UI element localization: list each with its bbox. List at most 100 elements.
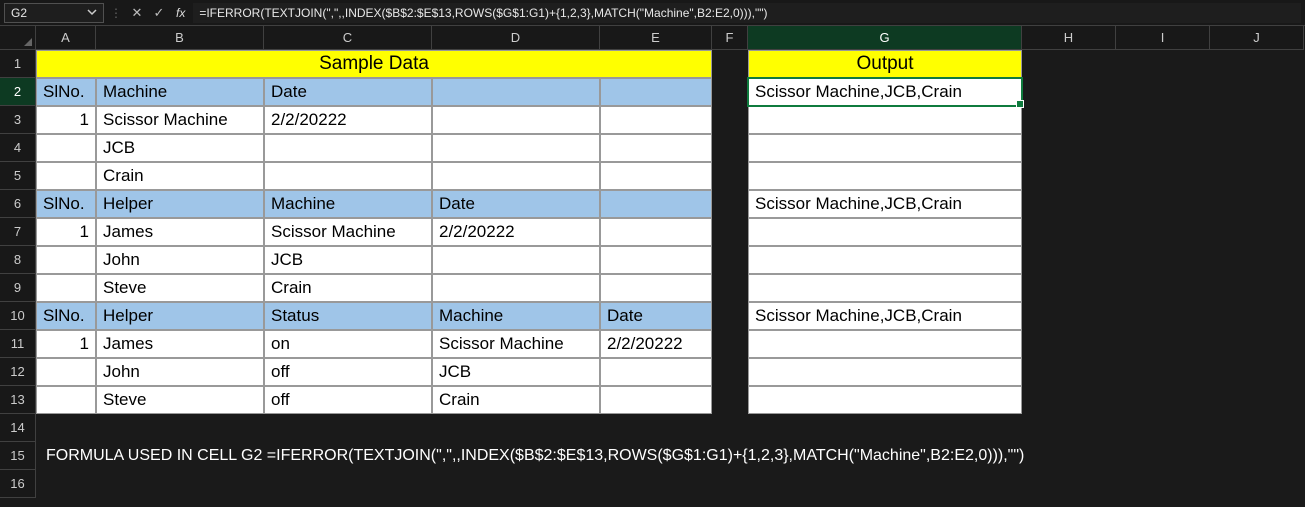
cell-B13[interactable]: Steve [96,386,264,414]
row-header-13[interactable]: 13 [0,386,36,414]
cell-B8[interactable]: John [96,246,264,274]
row-header-1[interactable]: 1 [0,50,36,78]
row-header-2[interactable]: 2 [0,78,36,106]
cell-G5[interactable] [748,162,1022,190]
cell-C11[interactable]: on [264,330,432,358]
cell-G9[interactable] [748,274,1022,302]
cell-D13[interactable]: Crain [432,386,600,414]
chevron-down-icon[interactable] [87,6,97,20]
row-header-7[interactable]: 7 [0,218,36,246]
cell-E11[interactable]: 2/2/20222 [600,330,712,358]
cell-D12[interactable]: JCB [432,358,600,386]
cell-B3[interactable]: Scissor Machine [96,106,264,134]
cell-E5[interactable] [600,162,712,190]
cell-B12[interactable]: John [96,358,264,386]
row-header-6[interactable]: 6 [0,190,36,218]
confirm-icon[interactable]: ✓ [150,4,168,22]
cell-C12[interactable]: off [264,358,432,386]
cell-B9[interactable]: Steve [96,274,264,302]
cell-C2[interactable]: Date [264,78,432,106]
cell-G11[interactable] [748,330,1022,358]
formula-input[interactable] [193,3,1301,23]
row-header-14[interactable]: 14 [0,414,36,442]
cell-B4[interactable]: JCB [96,134,264,162]
row-header-8[interactable]: 8 [0,246,36,274]
cell-D8[interactable] [432,246,600,274]
row-header-10[interactable]: 10 [0,302,36,330]
row-header-16[interactable]: 16 [0,470,36,498]
cell-G4[interactable] [748,134,1022,162]
name-box[interactable]: G2 [4,3,104,23]
sample-data-header[interactable]: Sample Data [36,50,712,78]
cell-A6[interactable]: SlNo. [36,190,96,218]
column-header-G[interactable]: G [748,26,1022,50]
column-header-C[interactable]: C [264,26,432,50]
cell-C8[interactable]: JCB [264,246,432,274]
cell-B2[interactable]: Machine [96,78,264,106]
cell-G6[interactable]: Scissor Machine,JCB,Crain [748,190,1022,218]
cell-C6[interactable]: Machine [264,190,432,218]
cell-G8[interactable] [748,246,1022,274]
cell-G10[interactable]: Scissor Machine,JCB,Crain [748,302,1022,330]
cell-C7[interactable]: Scissor Machine [264,218,432,246]
sheet-body[interactable]: Sample DataOutputSlNo.MachineDateScissor… [36,50,1305,507]
cell-A8[interactable] [36,246,96,274]
cell-A5[interactable] [36,162,96,190]
cell-G3[interactable] [748,106,1022,134]
output-header[interactable]: Output [748,50,1022,78]
cell-B11[interactable]: James [96,330,264,358]
cell-D4[interactable] [432,134,600,162]
cell-E12[interactable] [600,358,712,386]
cell-E9[interactable] [600,274,712,302]
cell-E4[interactable] [600,134,712,162]
cell-E7[interactable] [600,218,712,246]
cell-G12[interactable] [748,358,1022,386]
select-all-corner[interactable] [0,26,36,50]
cell-D2[interactable] [432,78,600,106]
row-header-11[interactable]: 11 [0,330,36,358]
cell-C10[interactable]: Status [264,302,432,330]
cell-D11[interactable]: Scissor Machine [432,330,600,358]
cell-A3[interactable]: 1 [36,106,96,134]
cell-A11[interactable]: 1 [36,330,96,358]
row-header-3[interactable]: 3 [0,106,36,134]
row-header-9[interactable]: 9 [0,274,36,302]
cell-E6[interactable] [600,190,712,218]
cell-E13[interactable] [600,386,712,414]
cell-D5[interactable] [432,162,600,190]
cell-E2[interactable] [600,78,712,106]
cell-A7[interactable]: 1 [36,218,96,246]
row-header-15[interactable]: 15 [0,442,36,470]
cell-E8[interactable] [600,246,712,274]
fx-icon[interactable]: fx [172,6,189,20]
column-header-B[interactable]: B [96,26,264,50]
cell-A13[interactable] [36,386,96,414]
cell-C9[interactable]: Crain [264,274,432,302]
cell-B5[interactable]: Crain [96,162,264,190]
cell-B7[interactable]: James [96,218,264,246]
cell-D10[interactable]: Machine [432,302,600,330]
column-header-E[interactable]: E [600,26,712,50]
row-header-12[interactable]: 12 [0,358,36,386]
cell-A10[interactable]: SlNo. [36,302,96,330]
row-header-4[interactable]: 4 [0,134,36,162]
cell-C13[interactable]: off [264,386,432,414]
formula-note[interactable]: FORMULA USED IN CELL G2 =IFERROR(TEXTJOI… [40,442,1030,470]
cell-A9[interactable] [36,274,96,302]
cell-B6[interactable]: Helper [96,190,264,218]
cell-A4[interactable] [36,134,96,162]
cell-C4[interactable] [264,134,432,162]
cell-D7[interactable]: 2/2/20222 [432,218,600,246]
column-header-J[interactable]: J [1210,26,1304,50]
column-header-D[interactable]: D [432,26,600,50]
cancel-icon[interactable]: ✕ [128,4,146,22]
column-header-I[interactable]: I [1116,26,1210,50]
column-header-F[interactable]: F [712,26,748,50]
cell-G2[interactable]: Scissor Machine,JCB,Crain [748,78,1022,106]
cell-A2[interactable]: SlNo. [36,78,96,106]
column-header-A[interactable]: A [36,26,96,50]
row-header-5[interactable]: 5 [0,162,36,190]
cell-E10[interactable]: Date [600,302,712,330]
cell-C3[interactable]: 2/2/20222 [264,106,432,134]
cell-D6[interactable]: Date [432,190,600,218]
